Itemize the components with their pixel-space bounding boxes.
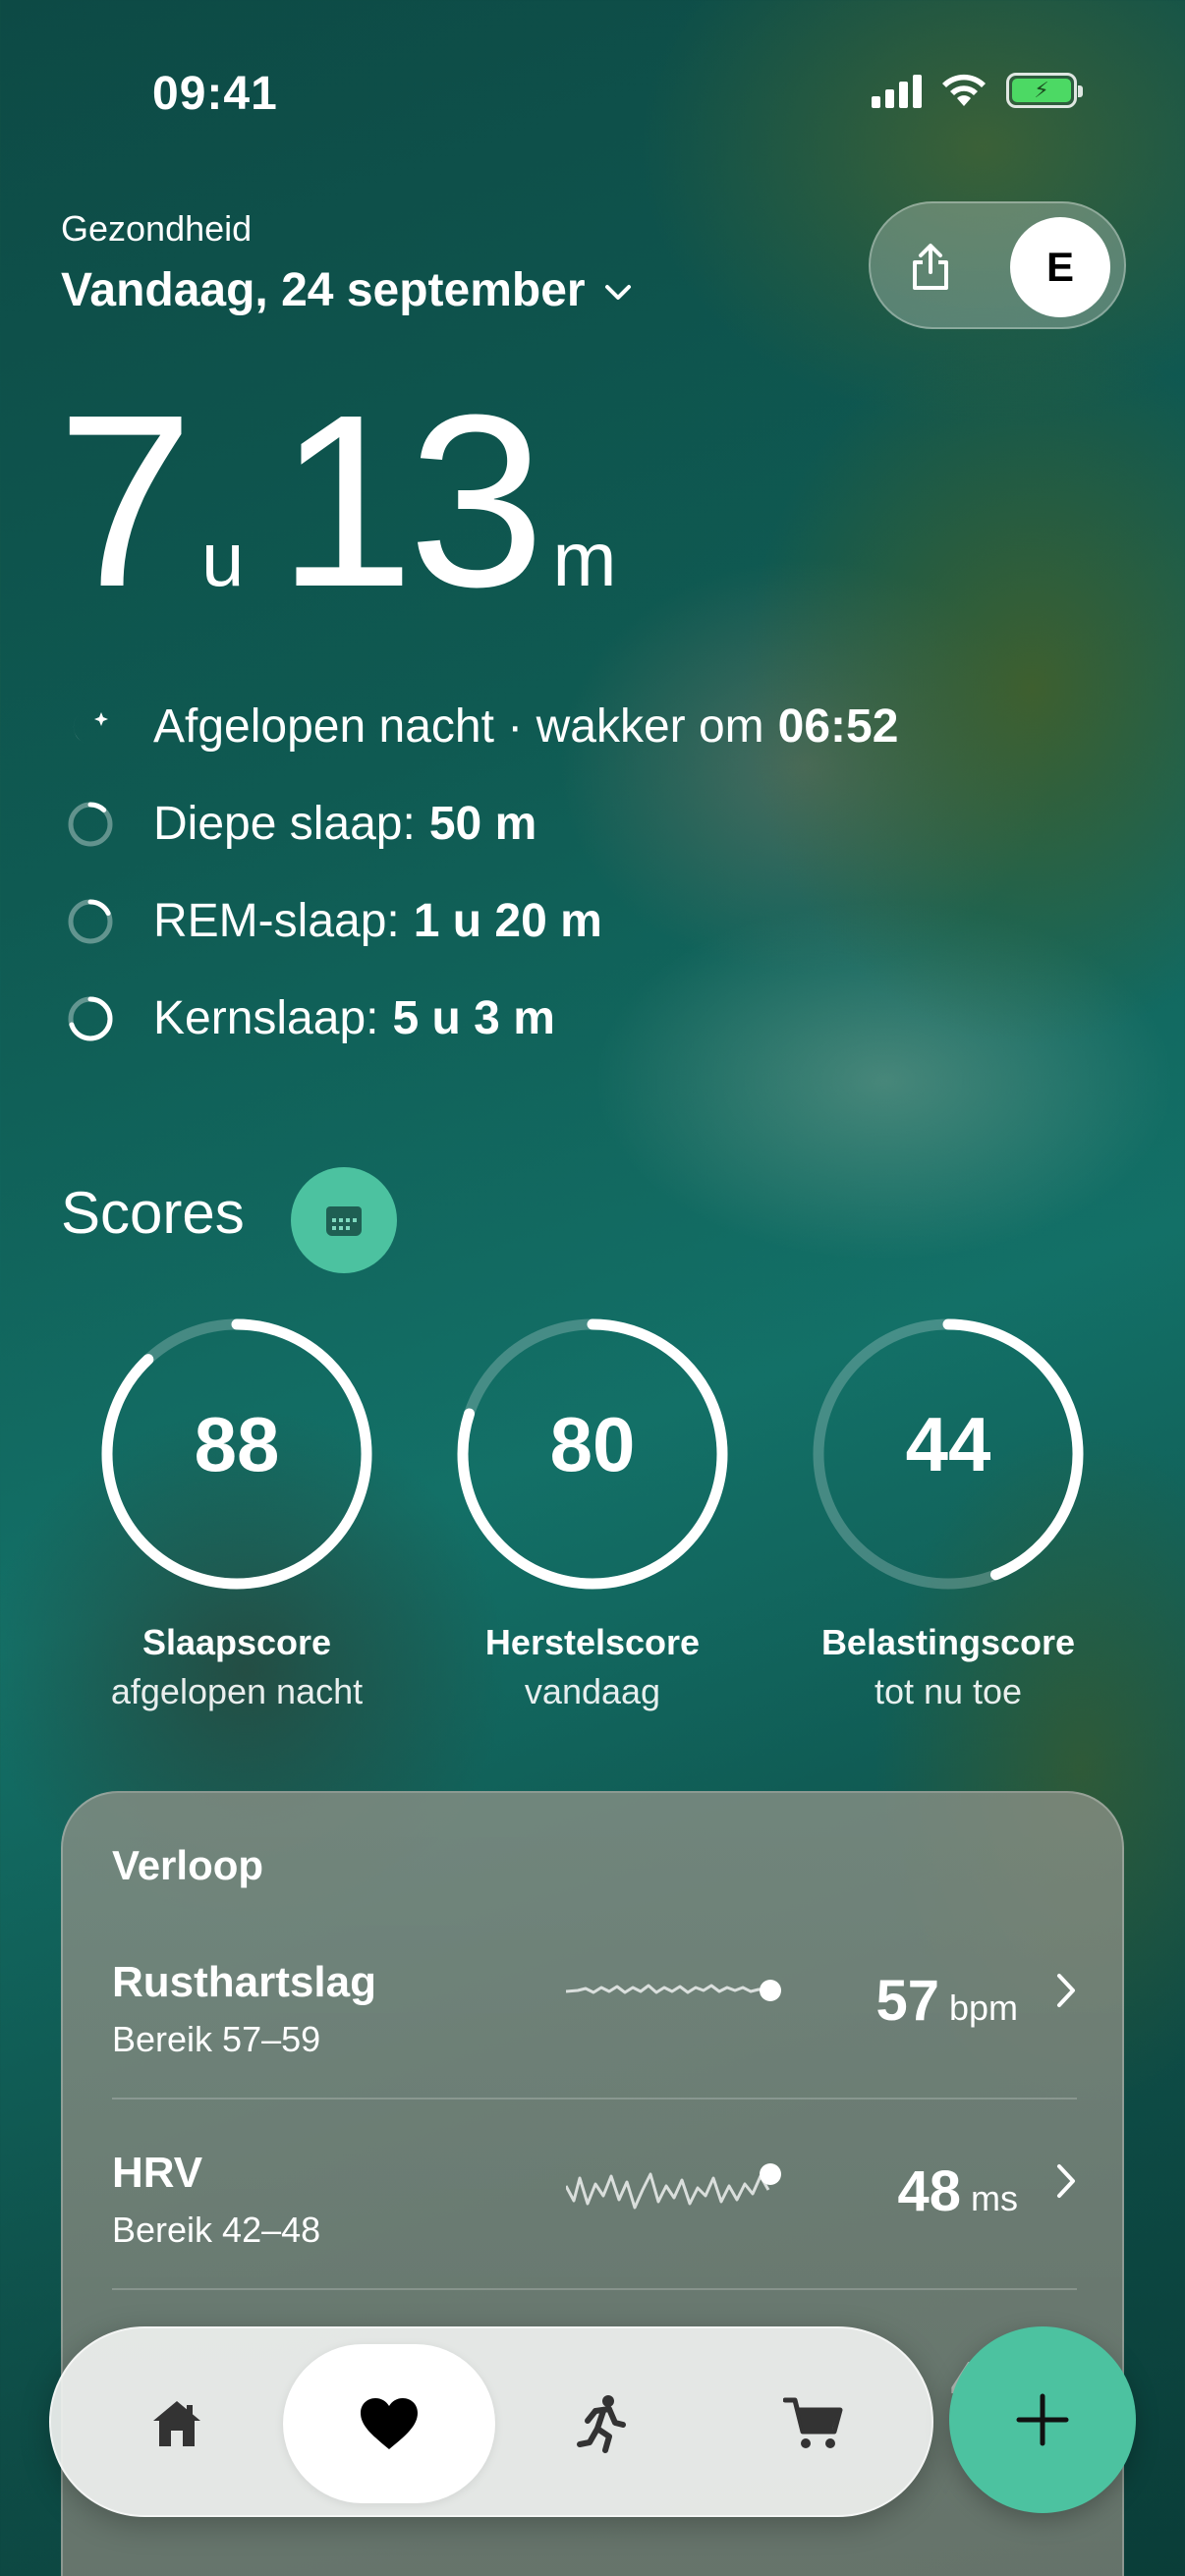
cellular-signal-icon	[872, 73, 922, 108]
tab-shop[interactable]	[707, 2344, 920, 2503]
score-sub: afgelopen nacht	[110, 1671, 364, 1711]
metric-range: Bereik 57–59	[112, 2019, 321, 2059]
share-icon	[913, 244, 948, 290]
scores-title: Scores	[61, 1180, 245, 1246]
score-label: Herstelscore	[484, 1622, 701, 1662]
score-sub: tot nu toe	[874, 1671, 1023, 1711]
tab-health[interactable]	[283, 2344, 495, 2503]
plus-icon	[1016, 2393, 1069, 2446]
sleep-stage-value: 50 m	[428, 798, 537, 850]
home-icon	[153, 2401, 200, 2446]
metric-row-hrv[interactable]: HRV Bereik 42–48 48 ms	[112, 2149, 1077, 2337]
score-sub: vandaag	[524, 1671, 661, 1711]
sleep-score[interactable]: 88 Slaapscore afgelopen nacht	[89, 1312, 384, 1712]
chevron-right-icon	[1057, 2164, 1075, 2198]
metric-row-resting-heart-rate[interactable]: Rusthartslag Bereik 57–59 57 bpm	[112, 1958, 1077, 2147]
metric-value-unit: bpm	[948, 1988, 1018, 2028]
sleep-stage-label: REM-slaap:	[153, 895, 400, 947]
duration-hours: 7	[57, 364, 194, 638]
running-icon	[577, 2395, 626, 2453]
calendar-button[interactable]	[291, 1167, 397, 1273]
sleep-stage-row: REM-slaap: 1 u 20 m	[61, 872, 1044, 970]
metric-value: 57 bpm	[875, 1968, 1018, 2034]
share-button[interactable]	[896, 233, 965, 302]
sleep-stage-value: 1 u 20 m	[413, 895, 602, 947]
tab-bar	[49, 2326, 933, 2517]
duration-minutes-unit: m	[552, 516, 617, 602]
cart-icon	[783, 2397, 843, 2448]
metric-name: Rusthartslag	[112, 1958, 376, 2006]
sparkline	[566, 1980, 781, 2001]
avatar[interactable]: E	[1010, 217, 1110, 317]
divider	[112, 2288, 1077, 2290]
sleep-duration: 7 u 13 m	[57, 378, 650, 624]
divider	[112, 2098, 1077, 2100]
progress-ring-icon	[61, 892, 120, 951]
last-night-label: Afgelopen nacht · wakker om	[153, 700, 764, 753]
tab-home[interactable]	[71, 2344, 283, 2503]
status-time: 09:41	[152, 68, 278, 120]
metric-value-number: 57	[875, 1969, 939, 2033]
date-selector[interactable]: Vandaag, 24 september	[61, 263, 633, 317]
sleep-details: Afgelopen nacht · wakker om 06:52 Diepe …	[61, 678, 1044, 1067]
heart-icon	[361, 2398, 418, 2449]
progress-ring-icon	[61, 989, 120, 1048]
app-label: Gezondheid	[61, 208, 253, 249]
last-night-row: Afgelopen nacht · wakker om 06:52	[61, 678, 1044, 775]
sleep-stage-value: 5 u 3 m	[392, 992, 555, 1044]
battery-charging-icon: ⚡	[1006, 73, 1083, 108]
duration-hours-unit: u	[201, 516, 245, 602]
trends-title: Verloop	[112, 1842, 264, 1888]
wifi-icon	[942, 74, 986, 106]
metric-value: 48 ms	[897, 2158, 1018, 2224]
wake-time: 06:52	[777, 700, 899, 753]
calendar-icon	[326, 1206, 362, 1236]
sleep-stage-row: Kernslaap: 5 u 3 m	[61, 970, 1044, 1067]
status-icons: ⚡	[872, 73, 1083, 108]
sleep-stage-row: Diepe slaap: 50 m	[61, 775, 1044, 872]
chevron-right-icon	[1057, 1974, 1075, 2007]
metric-value-unit: ms	[971, 2178, 1018, 2218]
sleep-stage-label: Diepe slaap:	[153, 798, 416, 850]
metric-name: HRV	[112, 2149, 203, 2197]
status-bar: 09:41 ⚡	[0, 61, 1185, 130]
score-label: Slaapscore	[141, 1622, 332, 1662]
score-value: 80	[549, 1401, 636, 1487]
recovery-score[interactable]: 80 Herstelscore vandaag	[445, 1312, 740, 1712]
strain-score[interactable]: 44 Belastingscore tot nu toe	[801, 1312, 1096, 1712]
sparkline	[566, 2163, 781, 2210]
score-value: 44	[905, 1401, 991, 1487]
metric-range: Bereik 42–48	[112, 2210, 321, 2250]
progress-ring-icon	[61, 795, 120, 854]
score-label: Belastingscore	[820, 1622, 1076, 1662]
duration-minutes: 13	[277, 364, 544, 638]
sleep-stage-label: Kernslaap:	[153, 992, 379, 1044]
add-button[interactable]	[949, 2326, 1136, 2513]
chevron-down-icon	[604, 284, 631, 300]
metric-value-number: 48	[897, 2159, 961, 2223]
date-label: Vandaag, 24 september	[61, 264, 586, 316]
header-actions: E	[869, 201, 1126, 329]
tab-activity[interactable]	[495, 2344, 707, 2503]
moon-stars-icon	[61, 698, 120, 756]
score-value: 88	[194, 1401, 280, 1487]
